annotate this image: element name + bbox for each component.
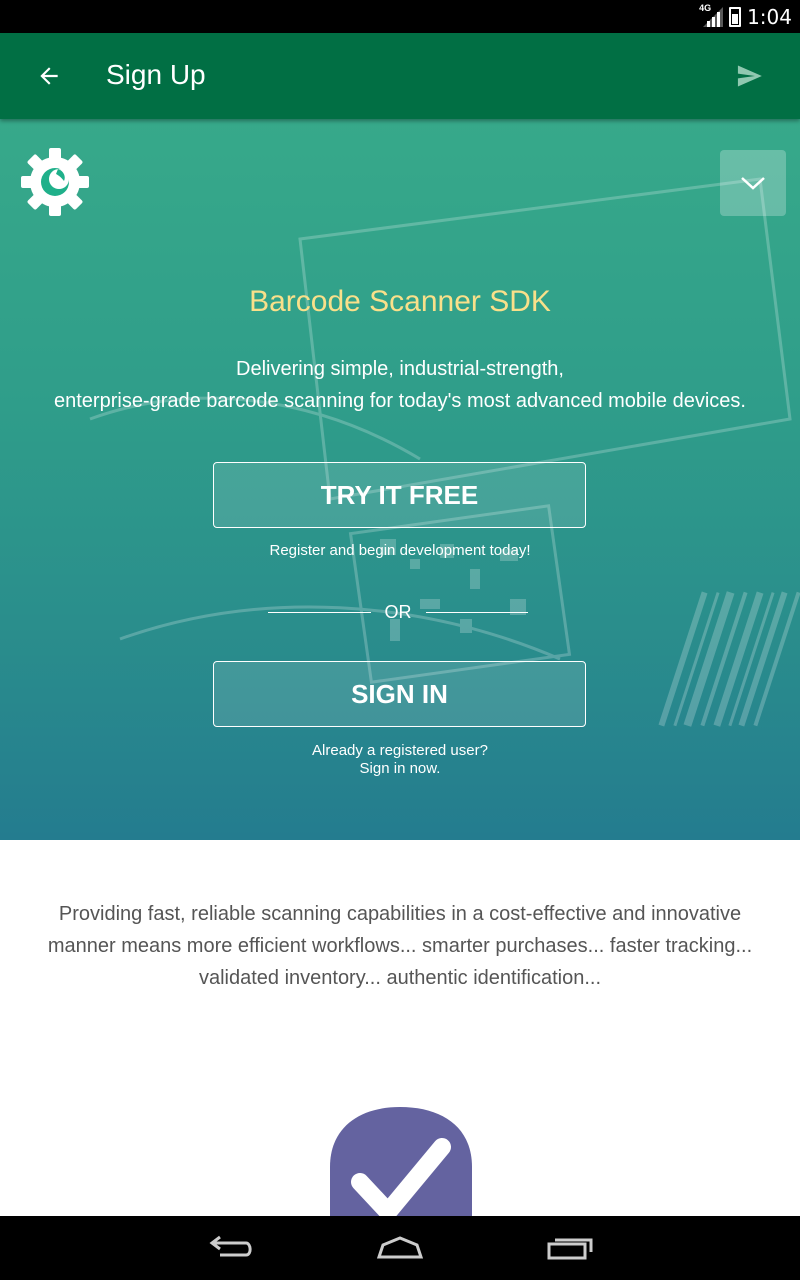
status-bar: 4G 1:04 [0, 0, 800, 33]
divider-line-right [425, 611, 528, 613]
or-label: OR [384, 601, 412, 622]
sign-in-caption-line-2[interactable]: Sign in now. [0, 760, 800, 778]
battery-icon [729, 6, 742, 27]
hero-description-line-2: enterprise-grade barcode scanning for to… [54, 390, 746, 412]
nav-back-button[interactable] [200, 1228, 260, 1268]
chevron-down-icon [741, 177, 765, 190]
nav-back-icon [209, 1235, 252, 1257]
status-time: 1:04 [747, 4, 792, 29]
send-icon [737, 65, 762, 87]
hero-description: Delivering simple, industrial-strength, … [0, 353, 800, 417]
back-arrow-icon [40, 67, 58, 85]
status-icons: 4G 1:04 [699, 0, 792, 33]
or-divider: OR [268, 601, 528, 623]
gear-logo-icon [21, 148, 89, 216]
hero-banner: Barcode Scanner SDK Delivering simple, i… [0, 119, 800, 840]
network-type: 4G [699, 2, 712, 13]
try-caption: Register and begin development today! [269, 542, 531, 559]
back-button[interactable] [28, 55, 70, 97]
intro-text: Providing fast, reliable scanning capabi… [47, 903, 753, 989]
signal-icon: 4G [699, 3, 724, 27]
try-it-free-button[interactable]: TRY IT FREE [213, 462, 586, 528]
nav-recents-button[interactable] [540, 1228, 600, 1268]
sign-in-caption-line-1: Already a registered user? [312, 742, 488, 759]
hero-title: Barcode Scanner SDK [249, 285, 551, 318]
sign-in-button[interactable]: SIGN IN [213, 661, 586, 727]
divider-line-left [268, 611, 371, 613]
send-button[interactable] [728, 55, 770, 97]
nav-home-button[interactable] [370, 1228, 430, 1268]
nav-home-icon [376, 1236, 424, 1259]
navigation-bar [0, 1216, 800, 1280]
app-bar: Sign Up [0, 33, 800, 119]
dropdown-button[interactable] [720, 150, 786, 216]
sign-in-caption: Already a registered user? Sign in now. [0, 742, 800, 778]
page-title: Sign Up [106, 59, 206, 90]
nav-recents-icon [547, 1238, 593, 1260]
hero-description-line-1: Delivering simple, industrial-strength, [236, 358, 564, 380]
